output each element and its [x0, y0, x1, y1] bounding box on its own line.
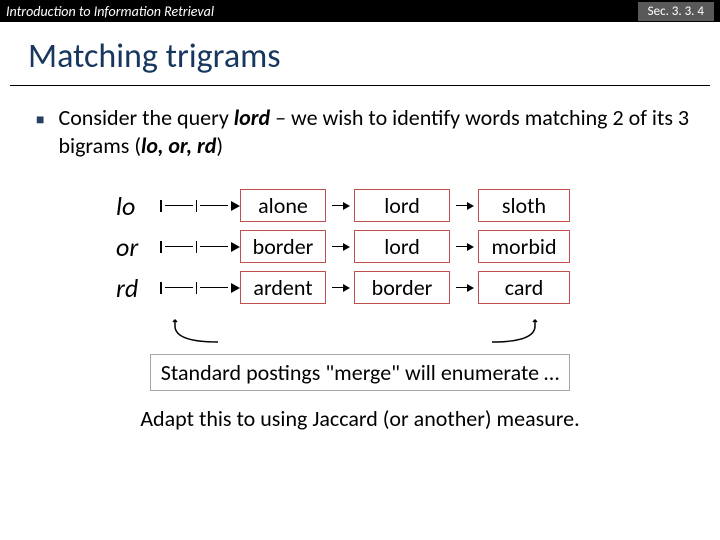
bullet-paragraph: ■ Consider the query lord – we wish to i… [36, 104, 700, 159]
arrow-icon [160, 246, 240, 248]
posting-cell: card [478, 271, 570, 304]
posting-cell: lord [354, 230, 450, 263]
slide-title: Matching trigrams [28, 36, 720, 77]
posting-cell: alone [240, 189, 326, 222]
arrow-up-icon [170, 318, 220, 346]
arrow-icon [160, 205, 240, 207]
bullet-icon: ■ [36, 111, 44, 129]
bigram-label: lo [116, 190, 160, 222]
posting-row: lo alone lord sloth [0, 189, 720, 222]
bigram-label: rd [116, 272, 160, 304]
header-right: Sec. 3. 3. 4 [638, 2, 714, 21]
header-left: Introduction to Information Retrieval [6, 3, 214, 20]
posting-cell: ardent [240, 271, 326, 304]
header-bar: Introduction to Information Retrieval Se… [0, 0, 720, 22]
trigram-diagram: lo alone lord sloth or border lord morbi… [0, 189, 720, 304]
arrow-icon [332, 284, 350, 292]
merge-box: Standard postings "merge" will enumerate… [150, 354, 570, 391]
arrow-up-icon [490, 318, 540, 346]
posting-row: or border lord morbid [0, 230, 720, 263]
merge-arrows [0, 318, 720, 354]
posting-cell: lord [354, 189, 450, 222]
arrow-icon [160, 287, 240, 289]
adapt-text: Adapt this to using Jaccard (or another)… [0, 405, 720, 432]
title-rule [10, 85, 710, 86]
posting-cell: border [240, 230, 326, 263]
arrow-icon [332, 243, 350, 251]
posting-cell: sloth [478, 189, 570, 222]
arrow-icon [456, 243, 474, 251]
bullet-text: Consider the query lord – we wish to ide… [58, 104, 700, 159]
arrow-icon [456, 202, 474, 210]
arrow-icon [332, 202, 350, 210]
posting-cell: morbid [478, 230, 570, 263]
bullet-query: lord [234, 104, 270, 131]
posting-row: rd ardent border card [0, 271, 720, 304]
bullet-bigrams: lo, or, rd [141, 132, 216, 159]
bigram-label: or [116, 231, 160, 263]
bullet-pre: Consider the query [58, 104, 233, 131]
bullet-post: ) [216, 132, 223, 159]
arrow-icon [456, 284, 474, 292]
posting-cell: border [354, 271, 450, 304]
